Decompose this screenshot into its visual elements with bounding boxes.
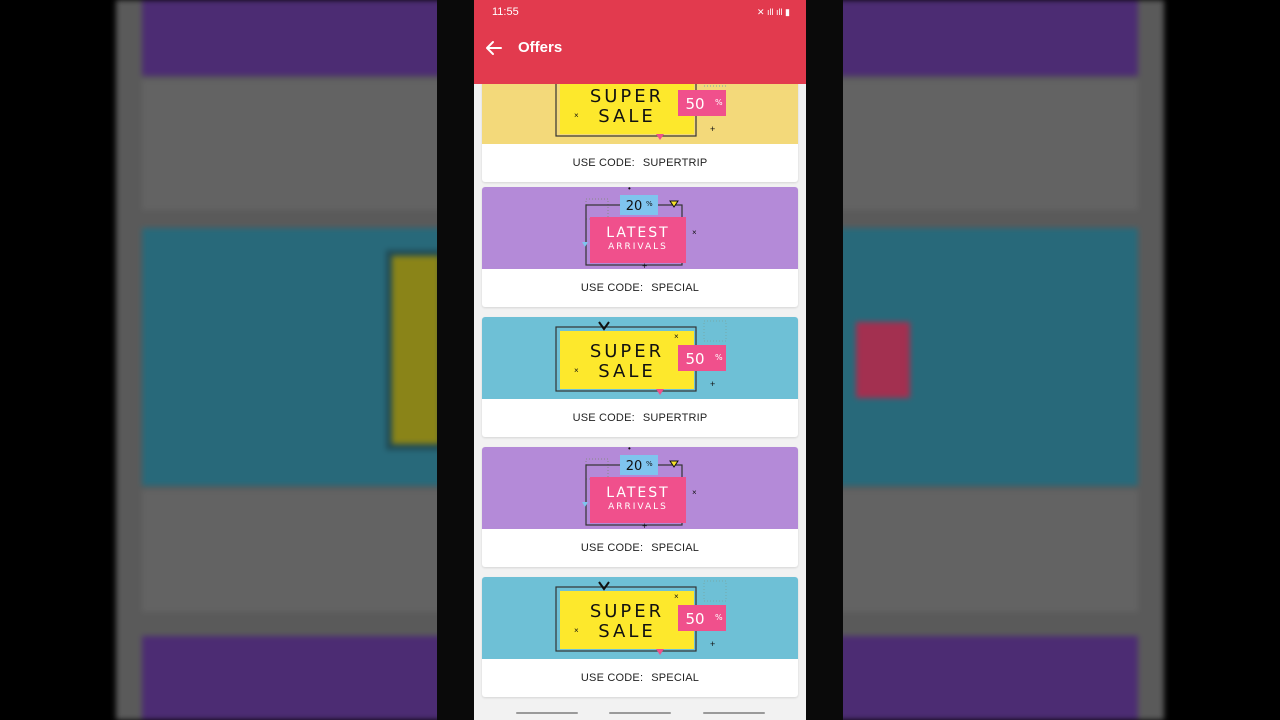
banner-heart <box>598 581 610 591</box>
banner-line2: ARRIVALS <box>608 242 668 252</box>
svg-text:%: % <box>646 460 653 468</box>
banner-percent: 20 <box>626 459 643 474</box>
promo-code-label: USE CODE: <box>580 542 644 554</box>
offer-card[interactable]: LATEST ARRIVALS 20% × • + USE CODE: SPECIAL <box>482 447 798 567</box>
offer-banner[interactable]: SUPERSALE 50% × × + <box>482 577 798 659</box>
offer-banner[interactable]: SUPERSALE 50% × × + <box>482 84 798 144</box>
svg-text:+: + <box>710 639 715 649</box>
banner-percent: 50 <box>685 350 704 368</box>
banner-line1: SUPER <box>590 601 664 622</box>
phone-bezel-right <box>806 0 843 720</box>
offer-card[interactable]: SUPERSALE 50% × × + USE CODE: SUPERTRIP <box>482 84 798 182</box>
svg-text:+: + <box>710 379 715 389</box>
screen: 11:55 ✕ ıll ıll ▮ Offers SUPERSALE50%××+… <box>0 0 1280 720</box>
promo-code-label: USE CODE: <box>572 157 635 169</box>
banner-heart <box>598 321 610 331</box>
banner-line2: SALE <box>598 361 655 382</box>
banner-line2: ARRIVALS <box>608 502 668 512</box>
banner-pink-triangle <box>656 649 664 655</box>
offer-banner[interactable]: LATEST ARRIVALS 20% × • + <box>482 447 798 529</box>
offers-list[interactable]: SUPERSALE50%××+USE CODE:SUPERTRIPLATESTA… <box>474 84 806 720</box>
status-icons: ✕ ıll ıll ▮ <box>757 7 790 17</box>
gesture-nav-bar <box>474 704 806 720</box>
svg-text:+: + <box>642 261 647 269</box>
svg-text:•: • <box>628 447 631 453</box>
offer-card[interactable]: SUPER SALE 50% × × + USE CODE: SPECIAL <box>482 577 798 697</box>
banner-dots <box>585 198 609 220</box>
offer-card[interactable]: LATEST ARRIVALS 20% × • + USE CODE: SPECIAL <box>482 187 798 307</box>
promo-code-row: USE CODE: SUPERTRIP <box>482 399 798 437</box>
phone-bezel-left <box>437 0 474 720</box>
svg-text:•: • <box>628 187 631 193</box>
svg-text:+: + <box>642 521 647 529</box>
svg-text:%: % <box>715 98 723 107</box>
banner-yellow-heart <box>669 460 679 468</box>
banner-artwork: SUPERSALE 50% × × + <box>555 320 727 395</box>
offer-banner[interactable]: LATEST ARRIVALS 20% × • + <box>482 187 798 269</box>
svg-text:×: × <box>674 332 679 341</box>
promo-code-row: USE CODE: SPECIAL <box>482 269 798 307</box>
nav-recents[interactable] <box>516 712 578 714</box>
banner-line1: LATEST <box>606 485 669 501</box>
phone-screen: 11:55 ✕ ıll ıll ▮ Offers SUPERSALE50%××+… <box>474 0 806 720</box>
svg-text:%: % <box>715 613 723 622</box>
promo-code-value[interactable]: SPECIAL <box>651 542 699 554</box>
offer-card[interactable]: SUPERSALE 50% × × + USE CODE: SUPERTRIP <box>482 317 798 437</box>
banner-dots <box>703 84 727 87</box>
offer-banner[interactable]: SUPERSALE 50% × × + <box>482 317 798 399</box>
back-button[interactable] <box>482 36 506 60</box>
banner-percent: 20 <box>626 199 643 214</box>
banner-line1: SUPER <box>590 86 664 107</box>
svg-text:%: % <box>646 200 653 208</box>
banner-pink-triangle <box>656 134 664 140</box>
svg-text:×: × <box>674 84 679 86</box>
banner-artwork: SUPERSALE 50% × × + <box>555 84 727 140</box>
svg-text:×: × <box>574 626 579 635</box>
promo-code-row: USE CODE: SPECIAL <box>482 659 798 697</box>
promo-code-value[interactable]: SPECIAL <box>651 282 699 294</box>
promo-code-row: USE CODE: SUPERTRIP <box>482 144 798 182</box>
nav-back[interactable] <box>703 712 765 714</box>
svg-text:×: × <box>574 111 579 120</box>
promo-code-value[interactable]: SUPERTRIP <box>643 412 708 424</box>
banner-dots <box>703 580 727 602</box>
svg-text:×: × <box>674 592 679 601</box>
promo-code-label: USE CODE: <box>572 412 635 424</box>
banner-line1: SUPER <box>590 341 664 362</box>
banner-artwork: SUPERSALE 50% × × + <box>555 580 727 655</box>
promo-code-label: USE CODE: <box>580 672 644 684</box>
banner-dots <box>703 320 727 342</box>
banner-percent: 50 <box>685 610 704 628</box>
banner-pink-triangle <box>656 389 664 395</box>
status-time: 11:55 <box>492 6 519 18</box>
promo-code-label: USE CODE: <box>580 282 644 294</box>
banner-artwork: LATESTARRIVALS 20 % × • + <box>582 187 697 269</box>
nav-home[interactable] <box>609 712 671 714</box>
promo-code-value[interactable]: SPECIAL <box>651 672 699 684</box>
banner-yellow-heart <box>669 200 679 208</box>
promo-code-row: USE CODE: SPECIAL <box>482 529 798 567</box>
page-title: Offers <box>518 39 563 56</box>
banner-dots <box>585 458 609 480</box>
svg-text:×: × <box>692 228 697 237</box>
svg-text:×: × <box>574 366 579 375</box>
promo-code-value[interactable]: SUPERTRIP <box>643 157 708 169</box>
svg-text:×: × <box>692 488 697 497</box>
banner-percent: 50 <box>685 95 704 113</box>
banner-line2: SALE <box>598 106 655 127</box>
app-bar: 11:55 ✕ ıll ıll ▮ Offers <box>474 0 806 84</box>
svg-text:+: + <box>710 124 715 134</box>
banner-line1: LATEST <box>606 225 669 241</box>
svg-text:%: % <box>715 353 723 362</box>
arrow-left-icon <box>486 41 502 55</box>
banner-artwork: LATESTARRIVALS 20 % × • + <box>582 447 697 529</box>
banner-line2: SALE <box>598 621 655 642</box>
